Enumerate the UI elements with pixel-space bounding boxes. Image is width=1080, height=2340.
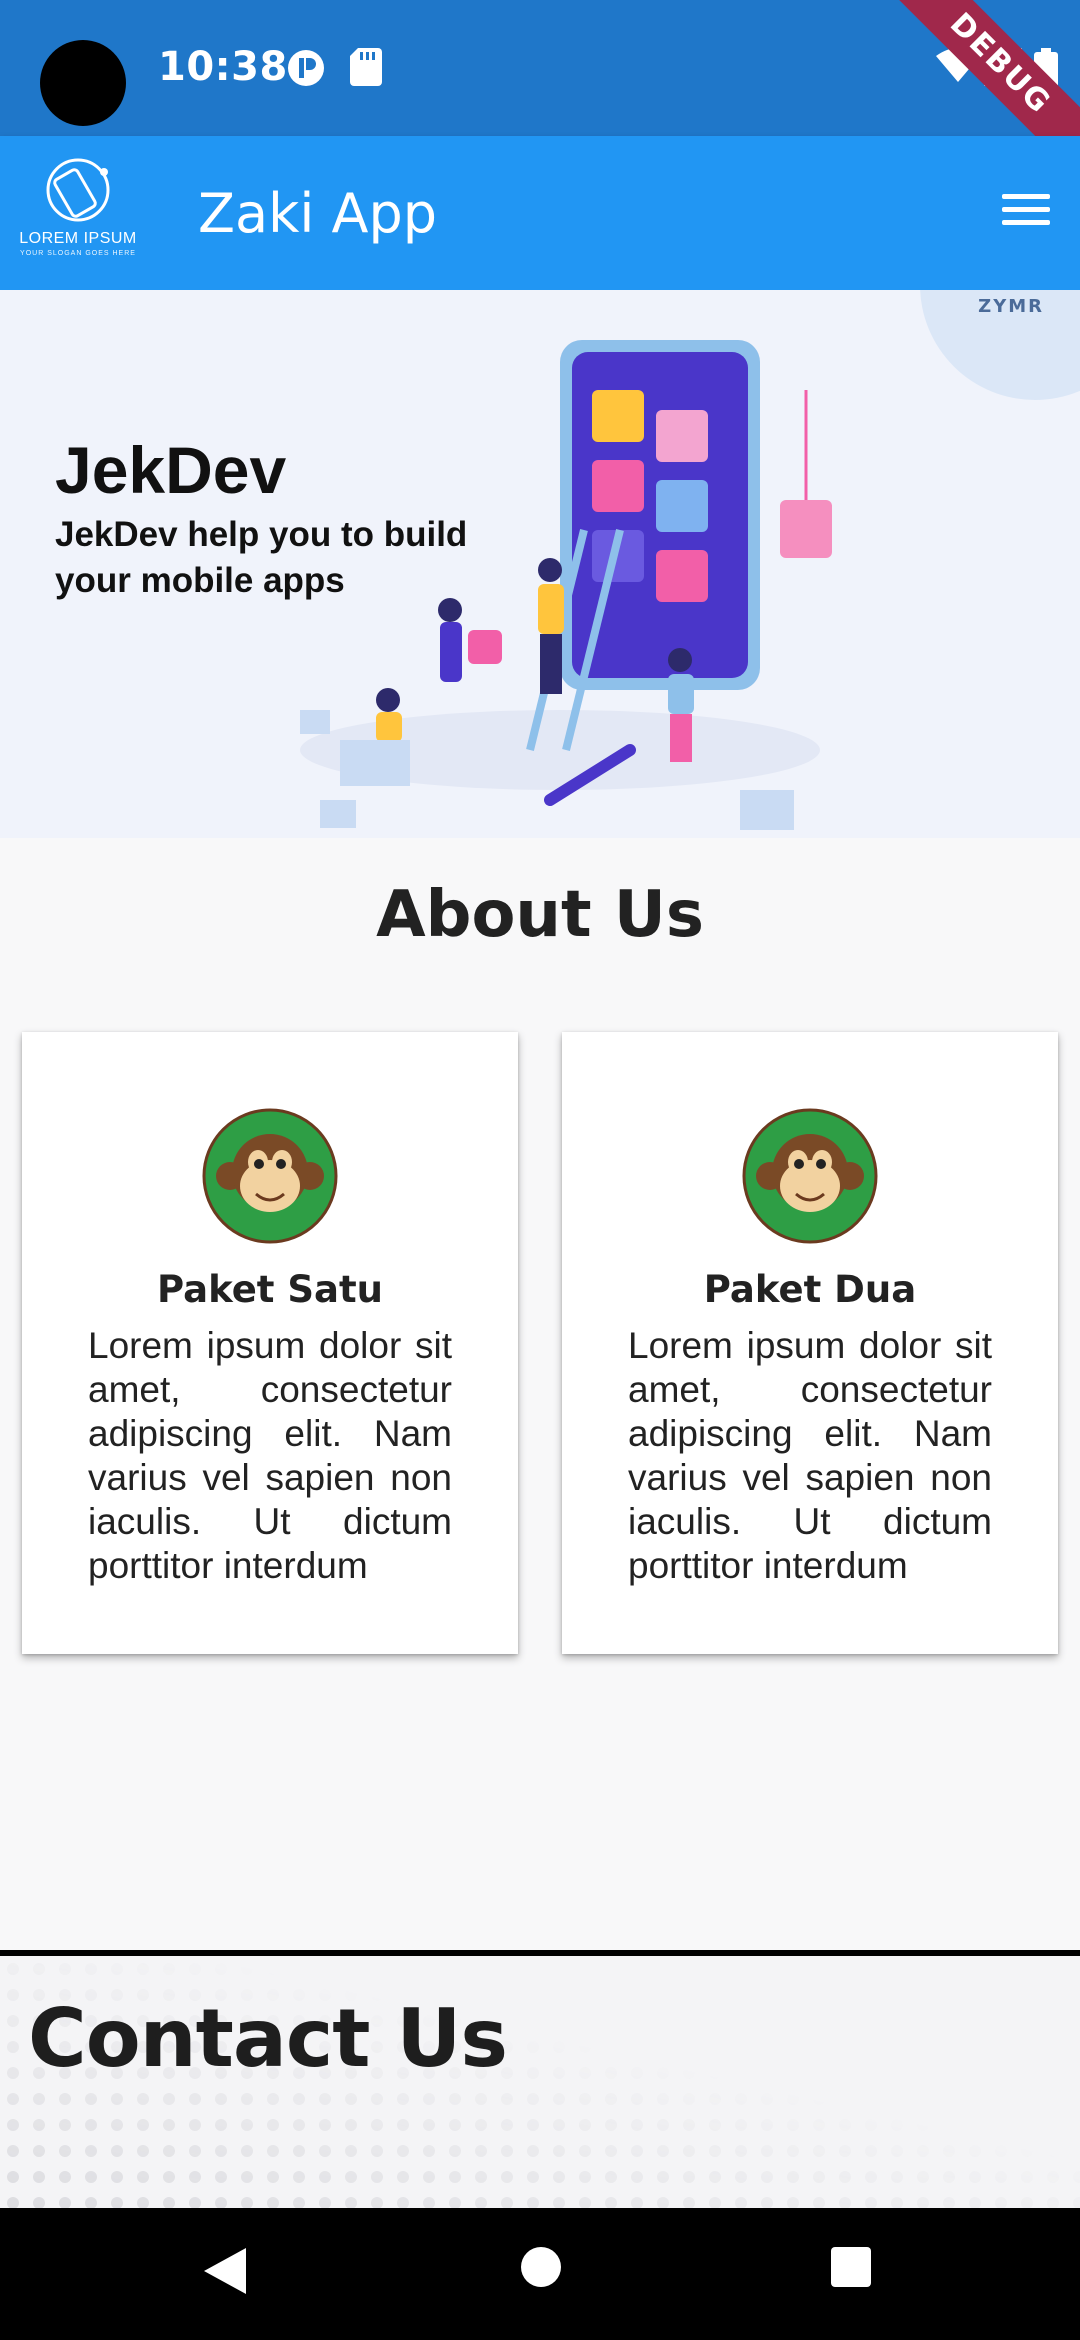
app-logo[interactable]: LOREM IPSUM YOUR SLOGAN GOES HERE <box>16 156 140 270</box>
card-title: Paket Dua <box>703 1268 917 1311</box>
status-bar: 10:38 DEBUG <box>0 0 1080 189</box>
contact-title: Contact Us <box>28 1992 508 2085</box>
logo-text: LOREM IPSUM <box>19 230 137 247</box>
app-title: Zaki App <box>198 182 438 245</box>
status-time: 10:38 <box>158 44 288 90</box>
card-description: Lorem ipsum dolor sit amet, consectetur … <box>628 1325 992 1586</box>
card-description: Lorem ipsum dolor sit amet, consectetur … <box>88 1325 452 1586</box>
card-title: Paket Satu <box>156 1268 383 1311</box>
sd-card-icon <box>350 48 382 86</box>
monkey-avatar-icon <box>202 1108 338 1244</box>
hero-banner: ZYMR JekDev JekDev help you to build you… <box>0 290 1080 838</box>
back-icon[interactable] <box>202 2246 248 2296</box>
contact-section: Contact Us <box>0 1956 1080 2208</box>
hamburger-menu-icon[interactable] <box>998 186 1054 242</box>
developers-illustration <box>300 340 832 830</box>
package-card[interactable]: Paket Satu Lorem ipsum dolor sit amet, c… <box>22 1032 518 1654</box>
camera-hole <box>40 40 126 126</box>
notification-p-icon <box>288 50 324 86</box>
logo-slogan: YOUR SLOGAN GOES HERE <box>20 250 136 257</box>
home-icon[interactable] <box>520 2246 562 2288</box>
package-card[interactable]: Paket Dua Lorem ipsum dolor sit amet, co… <box>562 1032 1058 1654</box>
phone-logo-icon <box>46 158 110 222</box>
about-title: About Us <box>376 878 704 952</box>
hero-brand: ZYMR <box>978 296 1044 317</box>
system-nav-bar <box>0 2208 1080 2340</box>
recents-icon[interactable] <box>830 2246 872 2288</box>
app-bar: LOREM IPSUM YOUR SLOGAN GOES HERE Zaki A… <box>0 136 1080 290</box>
monkey-avatar-icon <box>742 1108 878 1244</box>
